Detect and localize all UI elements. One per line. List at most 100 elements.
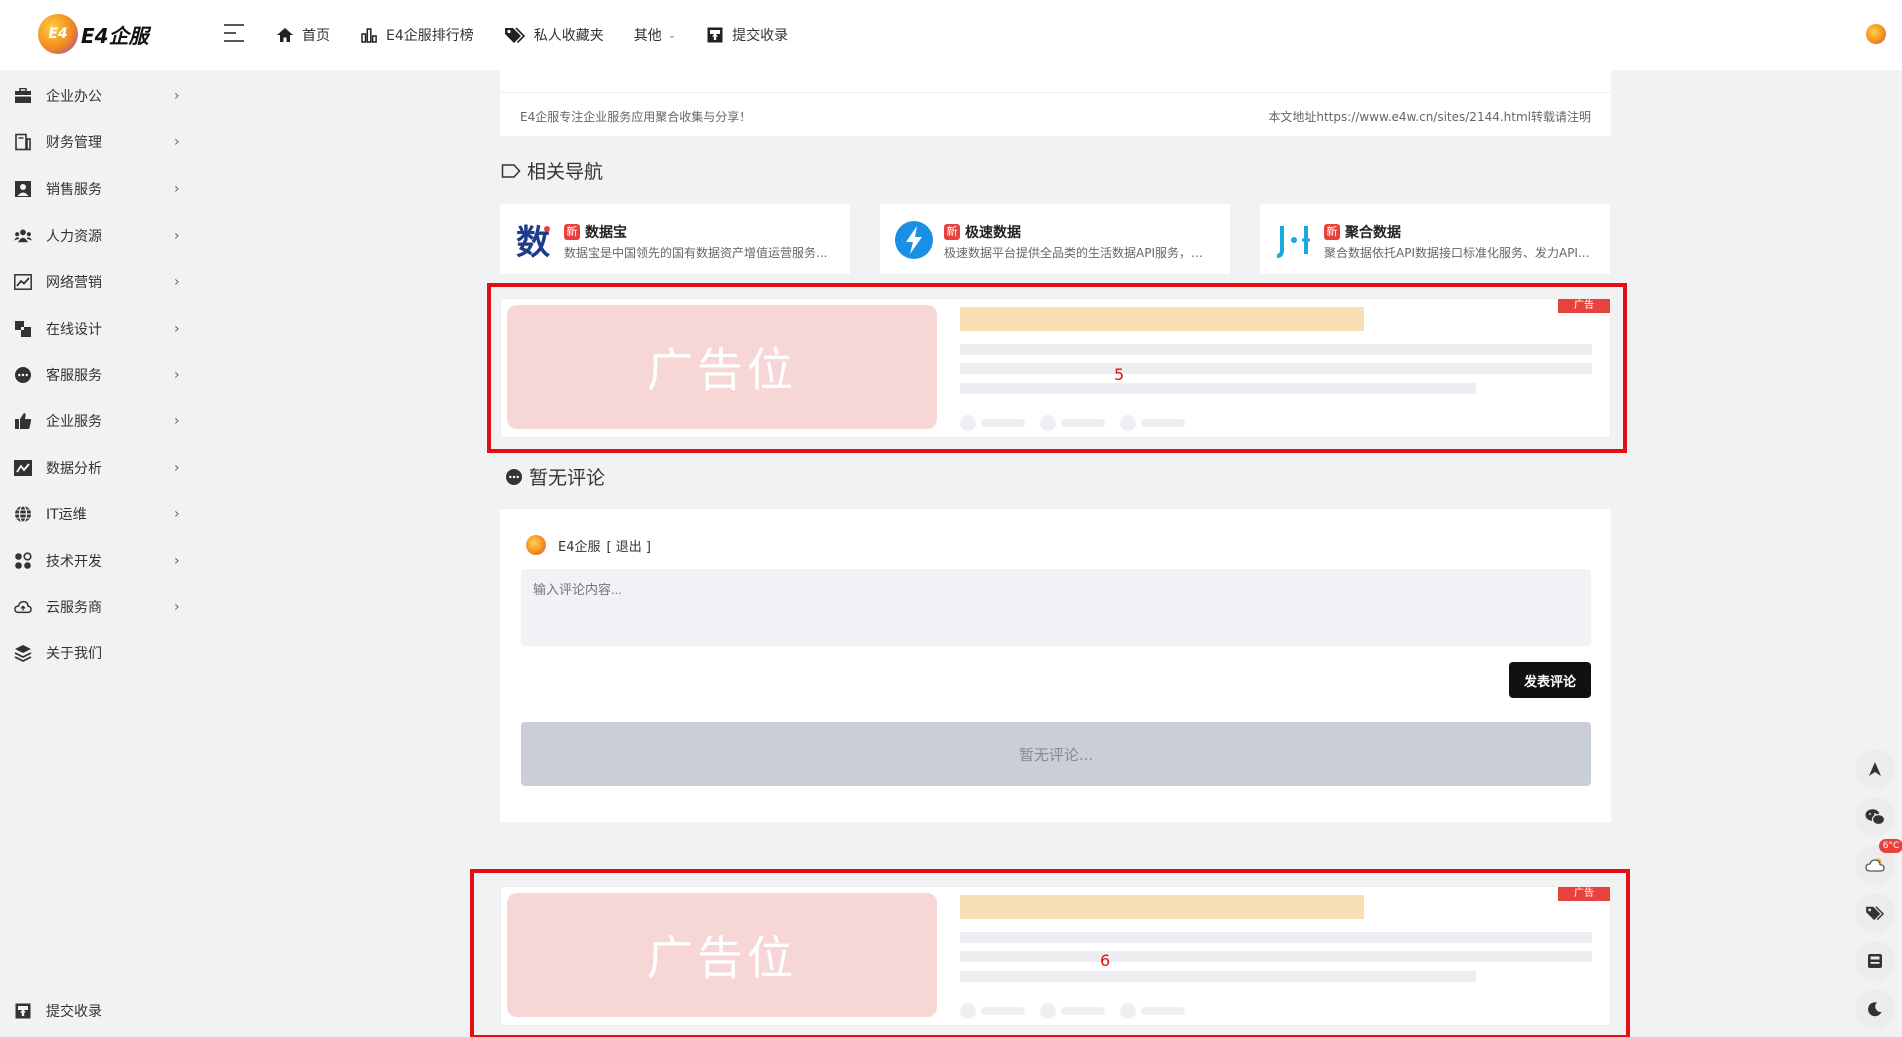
temperature-badge: 6°C xyxy=(1879,839,1902,853)
chat-icon xyxy=(14,366,32,384)
ad-meta-dot xyxy=(1120,1003,1136,1019)
sidebar-item-enterprise[interactable]: 企业服务 › xyxy=(0,401,190,441)
related-card-juhe[interactable]: 新 聚合数据 聚合数据依托API数据接口标准化服务、发力API... xyxy=(1260,204,1610,274)
ad-card[interactable]: 广告位 广告 xyxy=(500,298,1611,438)
sidebar-item-office[interactable]: 企业办公 › xyxy=(0,76,190,116)
sidebar-item-label: IT运维 xyxy=(46,507,87,523)
tags-button[interactable] xyxy=(1855,893,1895,933)
finance-icon xyxy=(14,133,32,151)
comment-user: E4企服 [ 退出 ] xyxy=(526,535,651,555)
ad-meta-dot xyxy=(960,415,976,431)
sidebar: 企业办公 › 财务管理 › 销售服务 › 人力资源 › 网络营销 › 在线设计 … xyxy=(0,70,190,1037)
sidebar-item-label: 云服务商 xyxy=(46,600,102,616)
ad-line-placeholder xyxy=(960,383,1476,394)
divider xyxy=(500,92,1611,93)
archive-icon xyxy=(707,27,723,43)
sidebar-item-sales[interactable]: 销售服务 › xyxy=(0,169,190,209)
chevron-right-icon: › xyxy=(174,460,180,476)
shujubao-logo-icon: 数 xyxy=(514,220,554,260)
bar-chart-icon xyxy=(361,28,377,43)
nav-ranking[interactable]: E4企服排行榜 xyxy=(360,25,474,45)
ad-line-placeholder xyxy=(960,363,1592,374)
ad-card[interactable]: 广告位 广告 xyxy=(500,886,1611,1026)
analytics-icon xyxy=(14,459,32,477)
top-header: E4 E4企服 首页 E4企服排行榜 私人收藏夹 其他 ⌄ 提交收录 xyxy=(0,0,1902,70)
layers-icon xyxy=(14,644,32,662)
sidebar-item-label: 人力资源 xyxy=(46,229,102,245)
briefcase-icon xyxy=(14,87,32,105)
people-icon xyxy=(14,227,32,245)
related-desc: 数据宝是中国领先的国有数据资产增值运营服务... xyxy=(564,246,828,260)
sidebar-item-cloud[interactable]: 云服务商 › xyxy=(0,587,190,627)
ad-label-badge: 广告 xyxy=(1558,887,1610,901)
logout-link[interactable]: [ 退出 ] xyxy=(607,536,651,555)
chevron-down-icon: ⌄ xyxy=(667,29,677,41)
calculator-button[interactable] xyxy=(1855,941,1895,981)
chevron-right-icon: › xyxy=(174,228,180,244)
nav-other-label: 其他 xyxy=(633,28,662,44)
chevron-right-icon: › xyxy=(174,367,180,383)
comments-section-title: 暂无评论 xyxy=(505,463,605,490)
nav-submit[interactable]: 提交收录 xyxy=(706,25,788,45)
tags-icon xyxy=(1866,906,1885,921)
no-comments-placeholder: 暂无评论... xyxy=(521,722,1591,786)
tag-icon xyxy=(501,163,521,178)
related-section-title: 相关导航 xyxy=(501,157,603,184)
related-name: 新 数据宝 xyxy=(564,222,627,242)
sidebar-item-customer-service[interactable]: 客服服务 › xyxy=(0,355,190,395)
ad-index-label: 6 xyxy=(1100,951,1111,970)
sidebar-item-label: 技术开发 xyxy=(46,554,102,570)
related-desc: 极速数据平台提供全品类的生活数据API服务，方... xyxy=(944,246,1214,260)
sidebar-item-finance[interactable]: 财务管理 › xyxy=(0,122,190,162)
dark-mode-button[interactable] xyxy=(1855,989,1895,1029)
ad-meta-pill xyxy=(1061,419,1105,427)
moon-icon xyxy=(1868,1002,1882,1017)
ad-meta-pill xyxy=(1141,419,1185,427)
ad-index-label: 5 xyxy=(1114,365,1125,384)
new-badge: 新 xyxy=(1324,224,1340,240)
sidebar-item-marketing[interactable]: 网络营销 › xyxy=(0,262,190,302)
related-card-jisu[interactable]: 新 极速数据 极速数据平台提供全品类的生活数据API服务，方... xyxy=(880,204,1230,274)
sidebar-item-about[interactable]: 关于我们 xyxy=(0,633,190,673)
thumbs-up-icon xyxy=(14,412,32,430)
cloud-icon xyxy=(14,598,32,616)
ad-meta-dot xyxy=(960,1003,976,1019)
post-comment-button[interactable]: 发表评论 xyxy=(1509,662,1591,698)
ad-title-placeholder xyxy=(960,895,1364,919)
nav-other-dropdown[interactable]: 其他 ⌄ xyxy=(634,25,676,45)
sidebar-item-dev[interactable]: 技术开发 › xyxy=(0,541,190,581)
sidebar-item-hr[interactable]: 人力资源 › xyxy=(0,216,190,256)
ad-line-placeholder xyxy=(960,932,1592,943)
juhe-logo-icon xyxy=(1274,220,1314,260)
sidebar-item-it-ops[interactable]: IT运维 › xyxy=(0,494,190,534)
site-logo[interactable]: E4 E4企服 xyxy=(38,14,149,54)
wechat-button[interactable] xyxy=(1855,797,1895,837)
comment-form-card: E4企服 [ 退出 ] 发表评论 暂无评论... xyxy=(500,509,1611,822)
nav-favorites[interactable]: 私人收藏夹 xyxy=(504,25,604,45)
sidebar-item-analytics[interactable]: 数据分析 › xyxy=(0,448,190,488)
sidebar-item-submit[interactable]: 提交收录 xyxy=(0,991,190,1031)
archive-icon xyxy=(14,1002,32,1020)
user-avatar[interactable] xyxy=(1866,24,1886,44)
ad-image: 广告位 xyxy=(507,893,937,1017)
sidebar-item-label: 销售服务 xyxy=(46,182,102,198)
nav-favorites-label: 私人收藏夹 xyxy=(533,28,604,44)
sidebar-item-design[interactable]: 在线设计 › xyxy=(0,309,190,349)
back-to-top-button[interactable] xyxy=(1855,749,1895,789)
article-footer-note: E4企服专注企业服务应用聚合收集与分享！ xyxy=(520,110,752,124)
comment-input[interactable] xyxy=(521,569,1591,646)
ad-meta-pill xyxy=(1141,1007,1185,1015)
sidebar-item-label: 数据分析 xyxy=(46,461,102,477)
chevron-right-icon: › xyxy=(174,274,180,290)
sidebar-item-label: 企业服务 xyxy=(46,414,102,430)
calculator-icon xyxy=(1868,954,1882,968)
related-title-text: 相关导航 xyxy=(527,161,604,183)
sidebar-item-label: 财务管理 xyxy=(46,135,102,151)
related-card-shujubao[interactable]: 数 新 数据宝 数据宝是中国领先的国有数据资产增值运营服务... xyxy=(500,204,850,274)
sidebar-item-label: 在线设计 xyxy=(46,322,102,338)
globe-icon xyxy=(14,505,32,523)
nav-home[interactable]: 首页 xyxy=(276,25,330,45)
related-desc: 聚合数据依托API数据接口标准化服务、发力API... xyxy=(1324,246,1590,260)
weather-button[interactable]: 6°C xyxy=(1855,839,1902,885)
menu-toggle-icon[interactable] xyxy=(224,24,246,44)
